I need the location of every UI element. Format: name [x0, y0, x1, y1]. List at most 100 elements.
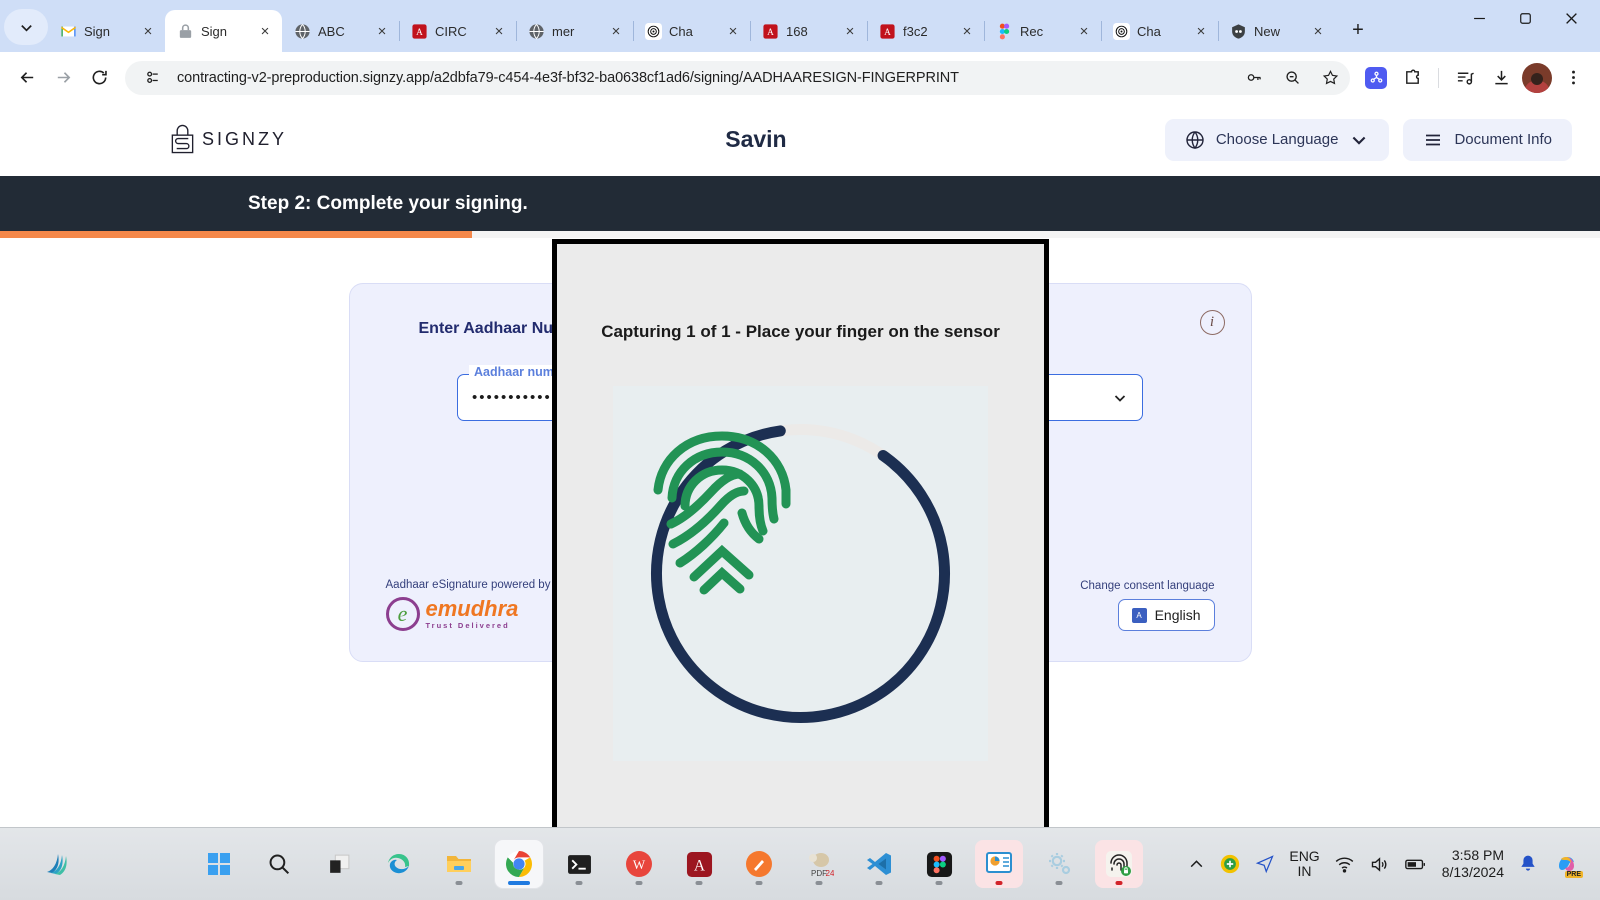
- shield-update-icon[interactable]: [1219, 853, 1241, 875]
- forward-icon[interactable]: [46, 61, 80, 95]
- tab-close-icon[interactable]: ×: [1192, 22, 1210, 40]
- search-icon[interactable]: [255, 840, 303, 888]
- media-control-icon[interactable]: [1448, 61, 1482, 95]
- browser-tab-11[interactable]: New ×: [1218, 10, 1335, 52]
- back-icon[interactable]: [10, 61, 44, 95]
- page-title: Savin: [725, 126, 787, 152]
- location-icon[interactable]: [1255, 854, 1275, 874]
- acrobat-reader-icon[interactable]: A: [675, 840, 723, 888]
- terminal-icon[interactable]: [555, 840, 603, 888]
- sharing-extension-icon[interactable]: [1359, 61, 1393, 95]
- browser-tab-3[interactable]: ABC ×: [282, 10, 400, 52]
- notification-bell-icon[interactable]: [1518, 854, 1538, 874]
- figma-icon[interactable]: [915, 840, 963, 888]
- choose-language-button[interactable]: Choose Language: [1164, 118, 1390, 161]
- browser-tab-2-active[interactable]: Sign ×: [165, 10, 282, 52]
- avatar[interactable]: [1522, 62, 1552, 93]
- tab-close-icon[interactable]: ×: [373, 22, 391, 40]
- tab-close-icon[interactable]: ×: [256, 22, 274, 40]
- emudhra-wordmark: emudhra Trust Delivered: [425, 596, 519, 631]
- presentation-icon[interactable]: [975, 840, 1023, 888]
- vs-code-icon[interactable]: [855, 840, 903, 888]
- consent-language-button[interactable]: A English: [1117, 599, 1215, 631]
- url-text: contracting-v2-preproduction.signzy.app/…: [177, 69, 959, 86]
- bookmark-star-icon[interactable]: [1316, 64, 1344, 92]
- tab-close-icon[interactable]: ×: [1309, 22, 1327, 40]
- biometric-rd-service-icon[interactable]: [1095, 840, 1143, 888]
- hamburger-icon: [1426, 134, 1441, 145]
- battery-icon[interactable]: [1404, 852, 1428, 876]
- openai-icon: [645, 22, 662, 40]
- copilot-icon[interactable]: PRE: [1552, 849, 1583, 879]
- address-bar[interactable]: contracting-v2-preproduction.signzy.app/…: [125, 60, 1350, 95]
- minimize-icon[interactable]: [1456, 0, 1502, 36]
- clock[interactable]: 3:58 PM 8/13/2024: [1442, 847, 1504, 882]
- task-view-icon[interactable]: [315, 840, 363, 888]
- edge-icon[interactable]: [375, 840, 423, 888]
- signzy-logo: SIGNZY: [168, 124, 287, 155]
- tab-close-icon[interactable]: ×: [958, 22, 976, 40]
- tab-close-icon[interactable]: ×: [139, 22, 157, 40]
- consent-language-block: Change consent language A English: [1080, 580, 1215, 631]
- browser-tab-4[interactable]: A CIRC ×: [399, 10, 517, 52]
- info-icon[interactable]: i: [1199, 310, 1225, 335]
- svg-text:A: A: [693, 857, 705, 874]
- tab-search-icon[interactable]: [4, 9, 48, 45]
- step-banner: Step 2: Complete your signing.: [0, 176, 1600, 231]
- app-running-indicator: [815, 881, 823, 885]
- copilot-badge: PRE: [1564, 871, 1583, 878]
- volume-icon[interactable]: [1369, 854, 1390, 875]
- chrome-menu-icon[interactable]: [1556, 61, 1590, 95]
- tab-title: Sign: [201, 23, 228, 39]
- wps-office-icon[interactable]: W: [615, 840, 663, 888]
- tab-title: Cha: [669, 23, 693, 39]
- tab-close-icon[interactable]: ×: [490, 22, 508, 40]
- extension-puzzle-icon[interactable]: [1395, 61, 1429, 95]
- tab-close-icon[interactable]: ×: [607, 22, 625, 40]
- globe-icon: [529, 23, 544, 39]
- settings-icon[interactable]: [1035, 840, 1083, 888]
- emudhra-name: emudhra: [425, 596, 519, 621]
- site-info-icon[interactable]: [139, 64, 167, 92]
- reload-icon[interactable]: [82, 61, 116, 95]
- downloads-icon[interactable]: [1484, 61, 1518, 95]
- document-info-label: Document Info: [1454, 131, 1552, 148]
- file-explorer-icon[interactable]: [435, 840, 483, 888]
- language-indicator[interactable]: ENG IN: [1289, 849, 1319, 878]
- chrome-icon[interactable]: [495, 840, 543, 888]
- chevron-down-icon[interactable]: [1112, 390, 1128, 406]
- emudhra-logo: e emudhra Trust Delivered: [385, 596, 551, 631]
- password-key-icon[interactable]: [1240, 64, 1268, 92]
- pdf24-icon[interactable]: PDF 24: [795, 840, 843, 888]
- tab-title: mer: [552, 23, 575, 39]
- zoom-out-icon[interactable]: [1278, 64, 1306, 92]
- globe-icon: [295, 23, 310, 39]
- browser-tab-7[interactable]: A 168 ×: [750, 10, 868, 52]
- browser-tab-1[interactable]: Sign ×: [48, 10, 166, 52]
- browser-tab-10[interactable]: Cha ×: [1101, 10, 1219, 52]
- restore-icon[interactable]: [1502, 0, 1548, 36]
- weather-widget[interactable]: [0, 848, 110, 880]
- powered-by-block: Aadhaar eSignature powered by e emudhra …: [385, 579, 551, 631]
- profile-avatar[interactable]: [1520, 61, 1554, 95]
- browser-tab-8[interactable]: A f3c2 ×: [867, 10, 985, 52]
- tab-title: f3c2: [903, 23, 928, 39]
- browser-tab-9[interactable]: Rec ×: [984, 10, 1102, 52]
- browser-tab-6[interactable]: Cha ×: [633, 10, 751, 52]
- tab-title: Cha: [1137, 23, 1161, 39]
- fingerprint-icon: [653, 431, 791, 595]
- document-info-button[interactable]: Document Info: [1403, 118, 1572, 161]
- tray-overflow-icon[interactable]: [1188, 856, 1205, 873]
- tab-title: Rec: [1020, 23, 1044, 39]
- start-icon[interactable]: [195, 840, 243, 888]
- tab-close-icon[interactable]: ×: [1075, 22, 1093, 40]
- chrome-incognito-icon: [1232, 23, 1245, 39]
- tab-close-icon[interactable]: ×: [724, 22, 742, 40]
- app-running-indicator: [575, 881, 583, 885]
- browser-tab-5[interactable]: mer ×: [516, 10, 634, 52]
- new-tab-button[interactable]: +: [1343, 15, 1373, 45]
- wifi-icon[interactable]: [1334, 854, 1355, 875]
- close-icon[interactable]: [1548, 0, 1594, 36]
- tab-close-icon[interactable]: ×: [841, 22, 859, 40]
- snipping-tool-icon[interactable]: [735, 840, 783, 888]
